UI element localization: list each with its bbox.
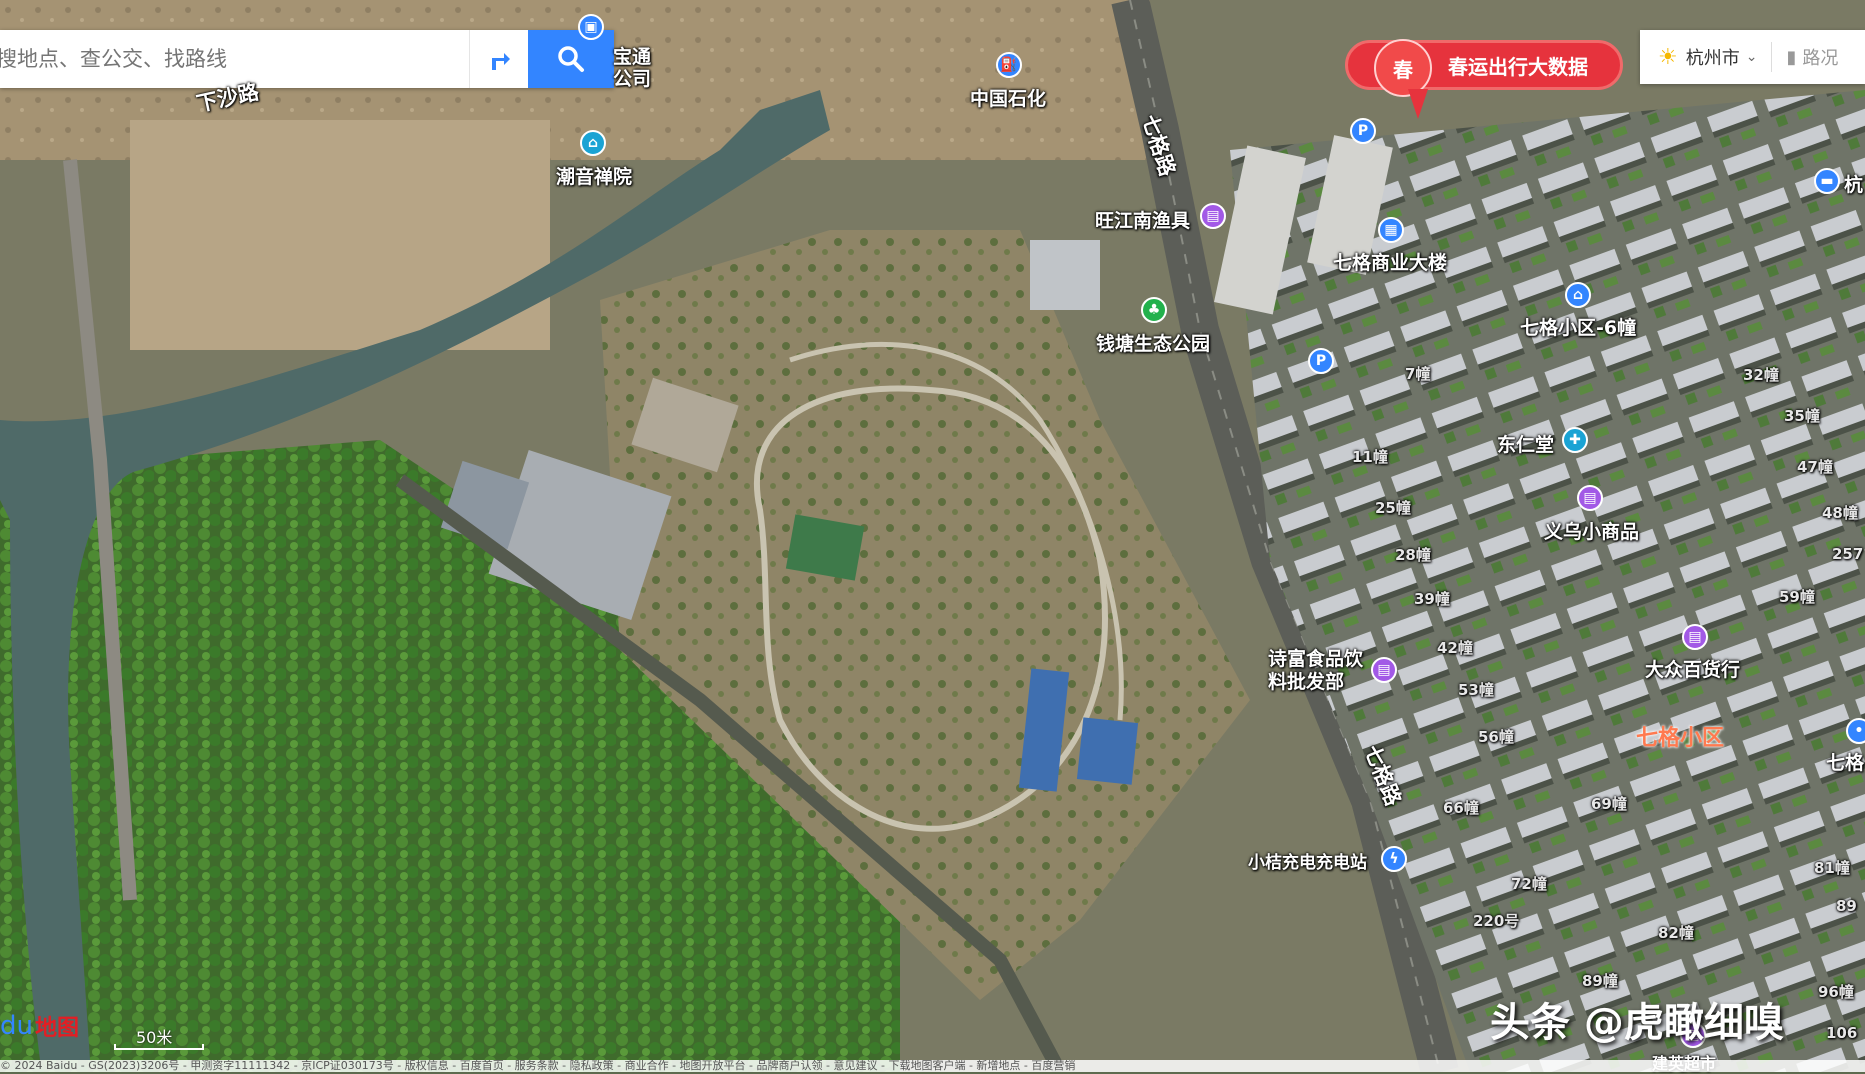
district-label: 七格小区 <box>1636 726 1725 751</box>
building-number: 82幢 <box>1658 924 1694 942</box>
building-number: 69幢 <box>1591 795 1627 813</box>
sun-weather-icon: ☀ <box>1658 44 1678 70</box>
building-number: 39幢 <box>1414 590 1450 608</box>
pharmacy-icon[interactable]: ✚ <box>1562 427 1588 453</box>
poi-sinopec[interactable]: 中国石化 <box>970 84 1046 111</box>
building-number: 35幢 <box>1784 407 1820 425</box>
baidu-paw-icon: du <box>0 1011 33 1041</box>
traffic-light-icon: ▮ <box>1786 46 1797 68</box>
poi-chaoyin-temple[interactable]: 潮音禅院 <box>556 162 632 189</box>
route-button[interactable] <box>469 30 528 88</box>
building-number: 220号 <box>1473 912 1520 930</box>
watermark: 头条 @虎瞰细嗅 <box>1490 1000 1784 1046</box>
building-number: 89 <box>1836 897 1857 915</box>
search-icon <box>558 46 584 72</box>
city-selector[interactable]: 杭州市 <box>1686 44 1740 70</box>
city-weather-bar: ☀ 杭州市 ⌄ ▮ 路况 <box>1640 30 1865 84</box>
copyright-footer: © 2024 Baidu - GS(2023)3206号 - 甲测资字11111… <box>0 1060 1865 1072</box>
poi-qige-edge[interactable]: 七格 <box>1826 748 1864 775</box>
building-number: 89幢 <box>1582 972 1618 990</box>
banner-tail <box>1408 89 1428 119</box>
building-number: 48幢 <box>1822 504 1858 522</box>
hotel-icon[interactable]: ▬ <box>1814 168 1840 194</box>
poi-qige-6[interactable]: 七格小区-6幢 <box>1520 313 1636 340</box>
building-number: 257 <box>1832 545 1864 563</box>
building-number: 25幢 <box>1375 499 1411 517</box>
poi-qige-commercial[interactable]: 七格商业大楼 <box>1333 248 1447 275</box>
building-number: 72幢 <box>1511 875 1547 893</box>
shop-icon[interactable]: ▤ <box>1371 657 1397 683</box>
building-number: 81幢 <box>1814 859 1850 877</box>
park-icon[interactable]: ♣ <box>1141 297 1167 323</box>
poi-dazhong[interactable]: 大众百货行 <box>1645 655 1740 682</box>
search-button[interactable] <box>528 30 614 88</box>
shop-icon[interactable]: ▤ <box>1682 624 1708 650</box>
poi-xiaoju-charging[interactable]: 小桔充电充电站 <box>1248 848 1367 873</box>
traffic-toggle[interactable]: 路况 <box>1802 44 1838 70</box>
building-number: 28幢 <box>1395 546 1431 564</box>
poi-hang[interactable]: 杭 <box>1844 170 1863 197</box>
scale-line <box>114 1044 204 1050</box>
divider <box>1771 42 1773 72</box>
building-number: 96幢 <box>1818 983 1854 1001</box>
shop-icon[interactable]: ▤ <box>1200 203 1226 229</box>
building-number: 32幢 <box>1743 366 1779 384</box>
building-icon[interactable]: ▦ <box>1378 217 1404 243</box>
poi-shifu[interactable]: 诗富食品饮料批发部 <box>1268 648 1368 694</box>
gas-station-icon[interactable]: ⛽ <box>996 52 1022 78</box>
parking-icon[interactable]: P <box>1308 348 1334 374</box>
building-number: 7幢 <box>1405 365 1431 383</box>
building-number: 47幢 <box>1797 458 1833 476</box>
chevron-down-icon[interactable]: ⌄ <box>1746 49 1758 65</box>
poi-wangjiangnan[interactable]: 旺江南渔具 <box>1095 206 1190 233</box>
building-number: 56幢 <box>1478 728 1514 746</box>
charging-icon[interactable]: ϟ <box>1381 846 1407 872</box>
scale-bar: 50米 <box>114 1024 204 1052</box>
residence-icon[interactable]: ⌂ <box>1565 282 1591 308</box>
temple-icon[interactable]: ⌂ <box>580 130 606 156</box>
poi-yiwu[interactable]: 义乌小商品 <box>1544 517 1639 544</box>
search-bar <box>0 30 614 88</box>
logo-text: 地图 <box>34 1016 79 1041</box>
shop-icon[interactable]: ▤ <box>1577 485 1603 511</box>
route-icon <box>492 53 510 70</box>
building-number: 66幢 <box>1443 799 1479 817</box>
building-number: 53幢 <box>1458 681 1494 699</box>
poi-dongrentang[interactable]: 东仁堂 <box>1497 430 1554 457</box>
banner-text: 春运出行大数据 <box>1448 54 1588 79</box>
building-number: 11幢 <box>1352 448 1388 466</box>
baidu-map-logo[interactable]: du 地图 <box>0 1010 79 1042</box>
poi-icon[interactable]: • <box>1846 718 1865 744</box>
building-number: 42幢 <box>1437 639 1473 657</box>
building-number: 106 <box>1826 1024 1858 1042</box>
spring-festival-banner[interactable]: 春 春运出行大数据 <box>1345 39 1623 119</box>
building-number: 59幢 <box>1779 588 1815 606</box>
poi-baotong[interactable]: 宝通公司 <box>613 46 653 90</box>
bus-icon[interactable]: ▣ <box>578 14 604 40</box>
poi-qiantang-park[interactable]: 钱塘生态公园 <box>1096 329 1210 356</box>
parking-icon[interactable]: P <box>1350 118 1376 144</box>
